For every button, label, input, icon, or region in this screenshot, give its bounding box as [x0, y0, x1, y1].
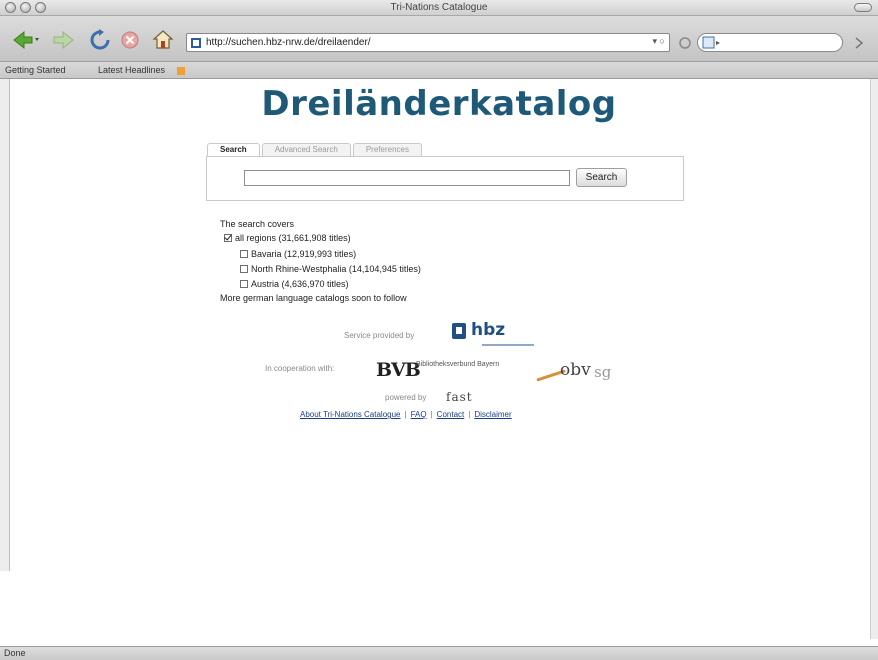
region-nrw-row[interactable]: North Rhine-Westphalia (14,104,945 title… [240, 264, 421, 274]
footer-links: About Tri-Nations Catalogue | FAQ | Contact |… [300, 410, 512, 419]
forward-arrow-icon [53, 30, 74, 50]
bookmarks-bar: Getting Started Latest Headlines [0, 62, 878, 79]
footer-separator: | [430, 410, 433, 419]
stop-icon [121, 31, 139, 49]
search-input[interactable] [244, 170, 570, 186]
search-engine-icon [702, 36, 720, 49]
url-dropdown-icon[interactable]: ▾ ○ [653, 36, 665, 47]
right-scrollbar-track[interactable] [870, 79, 878, 639]
search-button[interactable]: Search [576, 168, 627, 187]
status-text: Done [4, 648, 26, 658]
region-austria-checkbox[interactable] [240, 280, 248, 288]
go-icon [679, 37, 691, 49]
region-bavaria-checkbox[interactable] [240, 250, 248, 258]
home-button[interactable] [150, 28, 176, 52]
region-all-row[interactable]: all regions (31,661,908 titles) [224, 233, 351, 243]
footer-separator: | [468, 410, 471, 419]
search-go-button[interactable] [852, 31, 866, 55]
stop-button[interactable] [118, 28, 142, 52]
hbz-logo[interactable]: hbz [452, 322, 505, 339]
cooperation-label: In cooperation with: [265, 364, 335, 373]
url-text: http://suchen.hbz-nrw.de/dreilaender/ [206, 37, 371, 48]
covers-label: The search covers [220, 219, 295, 229]
rss-feed-icon [177, 67, 185, 75]
footer-separator: | [404, 410, 407, 419]
region-nrw-label: North Rhine-Westphalia (14,104,945 title… [251, 264, 421, 274]
disclaimer-link[interactable]: Disclaimer [474, 410, 511, 419]
obv-logo[interactable]: obv [560, 360, 591, 380]
powered-by-label: powered by [385, 393, 427, 402]
tab-preferences[interactable]: Preferences [352, 143, 422, 156]
back-arrow-icon [13, 30, 39, 50]
go-button[interactable] [676, 31, 694, 55]
region-nrw-checkbox[interactable] [240, 265, 248, 273]
hbz-logo-underline [482, 344, 534, 346]
more-catalogs-note: More german language catalogs soon to fo… [220, 293, 407, 303]
bvb-logo-subtitle: Bibliotheksverbund Bayern [416, 361, 500, 368]
page-favicon-icon [191, 37, 201, 48]
bvb-logo[interactable]: BVB [376, 359, 421, 381]
fast-logo[interactable]: fast [446, 390, 473, 404]
window-titlebar: Tri-Nations Catalogue [0, 0, 878, 16]
home-icon [152, 30, 174, 49]
browser-search-field[interactable] [697, 33, 843, 52]
faq-link[interactable]: FAQ [411, 410, 427, 419]
bookmark-latest-headlines[interactable]: Latest Headlines [98, 65, 165, 75]
bookmark-getting-started[interactable]: Getting Started [5, 65, 66, 75]
navigation-toolbar: http://suchen.hbz-nrw.de/dreilaender/ ▾ … [0, 16, 878, 62]
service-label: Service provided by [344, 331, 415, 340]
search-go-icon [855, 37, 864, 49]
region-bavaria-label: Bavaria (12,919,993 titles) [251, 249, 357, 259]
reload-icon [90, 29, 110, 50]
about-link[interactable]: About Tri-Nations Catalogue [300, 410, 401, 419]
region-bavaria-row[interactable]: Bavaria (12,919,993 titles) [240, 249, 356, 259]
obv-logo-sg: sg [594, 363, 612, 381]
left-window-edge [0, 79, 10, 571]
tab-advanced-search[interactable]: Advanced Search [261, 143, 351, 156]
tab-search[interactable]: Search [207, 143, 260, 156]
url-bar[interactable]: http://suchen.hbz-nrw.de/dreilaender/ ▾ … [186, 33, 670, 52]
status-bar: Done [0, 646, 878, 660]
page-title: Dreiländerkatalog [261, 84, 617, 124]
region-austria-row[interactable]: Austria (4,636,970 titles) [240, 279, 349, 289]
contact-link[interactable]: Contact [437, 410, 465, 419]
hbz-logo-mark-icon [452, 323, 466, 339]
search-tabs: Search Advanced Search Preferences [207, 143, 424, 157]
reload-button[interactable] [88, 28, 112, 52]
back-button[interactable] [10, 28, 44, 52]
region-all-label: all regions (31,661,908 titles) [235, 233, 351, 243]
region-austria-label: Austria (4,636,970 titles) [251, 279, 349, 289]
hbz-logo-text: hbz [471, 320, 506, 340]
toolbar-toggle-button[interactable] [854, 3, 872, 12]
forward-button[interactable] [50, 28, 76, 52]
window-title: Tri-Nations Catalogue [390, 2, 488, 13]
region-all-checkbox[interactable] [224, 234, 232, 242]
